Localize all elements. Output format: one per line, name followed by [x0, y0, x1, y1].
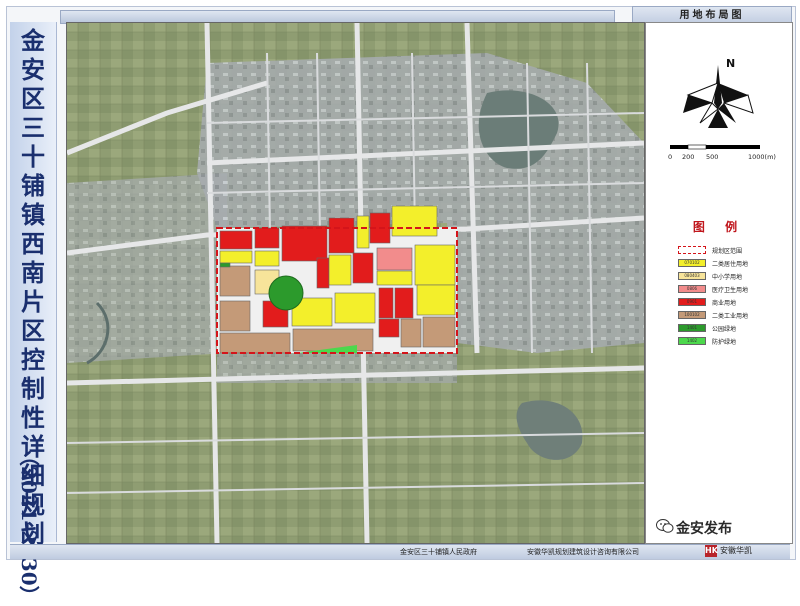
watermark-text: 金安发布 [676, 521, 732, 537]
north-label: N [726, 57, 735, 70]
plan-years-text: （2021-2030） [17, 446, 41, 606]
scale-label-0: 0 [668, 153, 673, 161]
legend-title: 图 例 [692, 220, 746, 234]
scale-segment [687, 144, 707, 150]
plan-title-char: 十 [21, 142, 45, 171]
plan-title-char: 三 [21, 113, 45, 142]
legend-swatch: 1402 [678, 337, 706, 345]
legend-label: 规划区范围 [712, 247, 743, 255]
legend-swatch: 080403 [678, 272, 706, 280]
legend-swatch: 1401 [678, 324, 706, 332]
plan-title-char: 区 [21, 84, 45, 113]
plan-title-char: 片 [21, 287, 45, 316]
designer-logo-text: 安徽华凯 [720, 546, 752, 555]
legend-swatch [678, 246, 706, 254]
legend-swatch: 0806 [678, 285, 706, 293]
plan-title-char: 西 [21, 229, 45, 258]
side-panel: N 0 200 500 1000(m) 图 例 规划区范围 070102 二类居住用… [645, 22, 793, 544]
plan-title-char: 制 [21, 374, 45, 403]
legend-item: 080403 中小学用地 [678, 271, 742, 281]
scale-segment [706, 145, 760, 149]
legend-item: 0806 医疗卫生用地 [678, 284, 748, 294]
legend-swatch: 070102 [678, 259, 706, 267]
footer-designer: 安徽华凯规划建筑设计咨询有限公司 [527, 548, 639, 556]
scale-label-200: 200 [682, 153, 695, 161]
planning-area [216, 205, 458, 354]
scale-label-1000: 1000(m) [748, 153, 776, 161]
designer-logo-mark: HK [705, 545, 718, 557]
scale-label-500: 500 [706, 153, 719, 161]
legend-item: 070102 二类居住用地 [678, 258, 748, 268]
legend-item: 0901 商业用地 [678, 297, 736, 307]
compass-rose: N [683, 57, 754, 128]
footer-authority: 金安区三十铺镇人民政府 [400, 548, 477, 556]
legend-label: 中小学用地 [712, 273, 743, 281]
legend-item: 100102 二类工业用地 [678, 310, 748, 320]
land-use-map[interactable] [66, 22, 645, 544]
wechat-icon [656, 519, 674, 533]
plan-title-char: 南 [21, 258, 45, 287]
plan-title-char: 金 [21, 26, 45, 55]
plan-title-char: 性 [21, 403, 45, 432]
plan-title-char: 区 [21, 316, 45, 345]
plan-title-char: 铺 [21, 171, 45, 200]
footer-bar: 金安区三十铺镇人民政府 安徽华凯规划建筑设计咨询有限公司 [10, 544, 790, 559]
legend-label: 防护绿地 [712, 338, 737, 346]
map-canvas [67, 23, 644, 543]
plan-title-char: 控 [21, 345, 45, 374]
legend-label: 二类工业用地 [712, 312, 749, 320]
scale-segment [670, 145, 688, 149]
legend-item: 规划区范围 [678, 245, 742, 255]
legend-label: 二类居住用地 [712, 260, 749, 268]
plan-title-char: 安 [21, 55, 45, 84]
legend-label: 商业用地 [712, 299, 737, 307]
legend-swatch: 100102 [678, 311, 706, 319]
legend-label: 公园绿地 [712, 325, 737, 333]
legend-label: 医疗卫生用地 [712, 286, 749, 294]
legend-item: 1402 防护绿地 [678, 336, 736, 346]
plan-title-char: 镇 [21, 200, 45, 229]
plan-years: （2021-2030） [15, 446, 51, 606]
legend-swatch: 0901 [678, 298, 706, 306]
legend-item: 1401 公园绿地 [678, 323, 736, 333]
